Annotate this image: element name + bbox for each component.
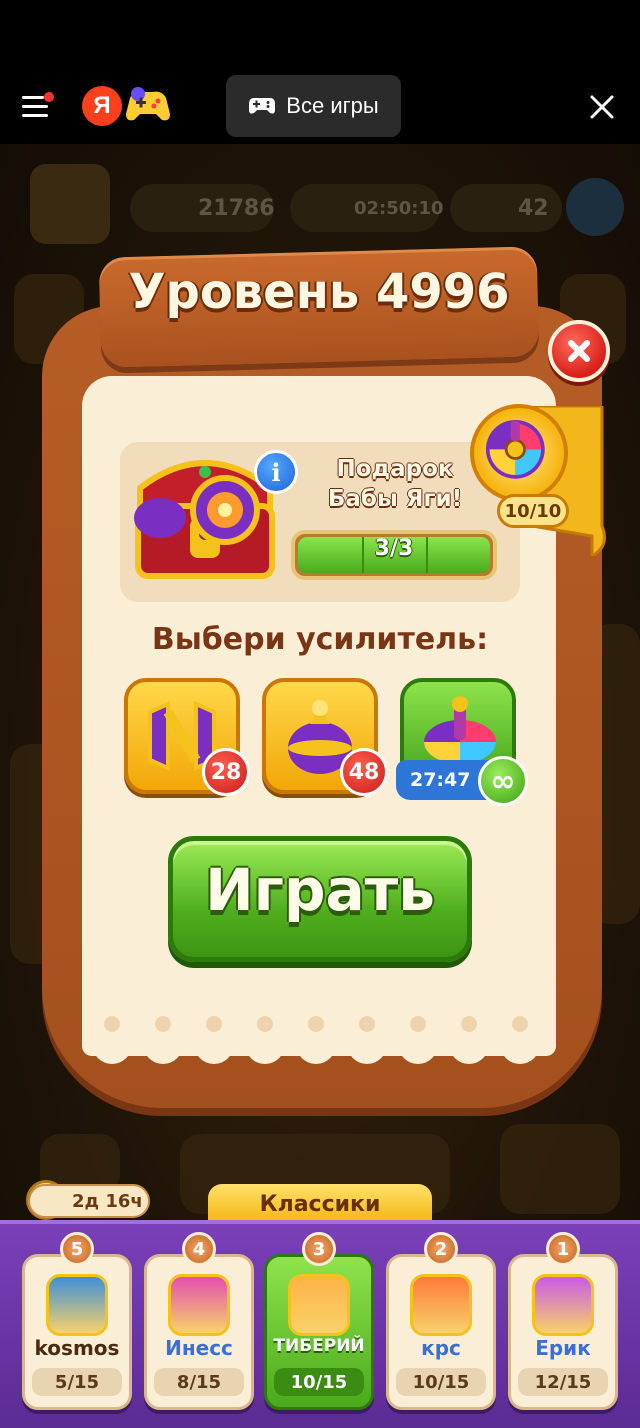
roulette-reward-icon[interactable] [470,404,568,502]
player-score: 10/15 [396,1368,486,1396]
scallop-dot [512,1016,528,1032]
bg-profile-avatar [30,164,110,244]
player-avatar [168,1274,230,1336]
scallop-dot [206,1016,222,1032]
player-score: 10/15 [274,1368,364,1396]
status-bar [0,0,640,68]
close-icon[interactable] [588,93,616,121]
player-rank-badge: 3 [302,1232,336,1266]
player-score: 12/15 [518,1368,608,1396]
scallop-dot [410,1016,426,1032]
player-name: ТИБЕРИЙ [273,1336,365,1356]
gamepad-icon [249,98,276,114]
player-avatar [532,1274,594,1336]
gift-progress-text: 3/3 [374,536,414,561]
infinite-icon: ∞ [478,756,528,806]
scallop-dot [155,1016,171,1032]
yandex-games-logo-icon[interactable] [124,86,172,126]
player-rank-badge: 1 [546,1232,580,1266]
player-avatar [46,1274,108,1336]
level-title: Уровень 4996 [128,264,510,320]
bg-coins-counter: 21786 [130,184,275,232]
all-games-button[interactable]: Все игры [226,75,401,137]
top-bar: Я Все игры [0,68,640,144]
player-rank-badge: 4 [182,1232,216,1266]
player-rank-badge: 5 [60,1232,94,1266]
all-games-label: Все игры [286,93,379,118]
bg-lives-timer: 02:50:10 [290,184,444,232]
menu-icon[interactable] [22,92,54,118]
scallop-dot [359,1016,375,1032]
booster-bomb-count: 48 [340,748,388,796]
bg-stars-counter: 42 [450,184,562,232]
player-score: 5/15 [32,1368,122,1396]
player-name: Инесс [165,1336,233,1360]
scallop-dot [308,1016,324,1032]
event-timer: 2д 16ч [28,1184,150,1218]
tab-classics[interactable]: Классики [208,1184,432,1224]
scallop-dot [257,1016,273,1032]
player-avatar [288,1274,350,1336]
player-score: 8/15 [154,1368,244,1396]
game-area: 21786 02:50:10 42 Уровень 4996 i Подарок… [0,144,640,1428]
player-name: kosmos [34,1336,120,1360]
roulette-count-badge: 10/10 [497,494,569,528]
yandex-logo[interactable]: Я [82,86,122,126]
player-name: крс [421,1336,461,1360]
info-button[interactable]: i [254,450,298,494]
event-timer-text: 2д 16ч [72,1190,143,1212]
scallop-dot [461,1016,477,1032]
player-name: Ерик [535,1336,591,1360]
close-icon [568,340,590,362]
close-popup-button[interactable] [548,320,610,382]
player-rank-badge: 2 [424,1232,458,1266]
bg-settings-icon [566,178,624,236]
choose-booster-title: Выбери усилитель: [151,622,489,657]
gift-title: Подарок Бабы Яги! [327,456,463,512]
player-avatar [410,1274,472,1336]
booster-hammer-count: 28 [202,748,250,796]
scallop-dot [104,1016,120,1032]
play-button[interactable] [168,836,472,962]
